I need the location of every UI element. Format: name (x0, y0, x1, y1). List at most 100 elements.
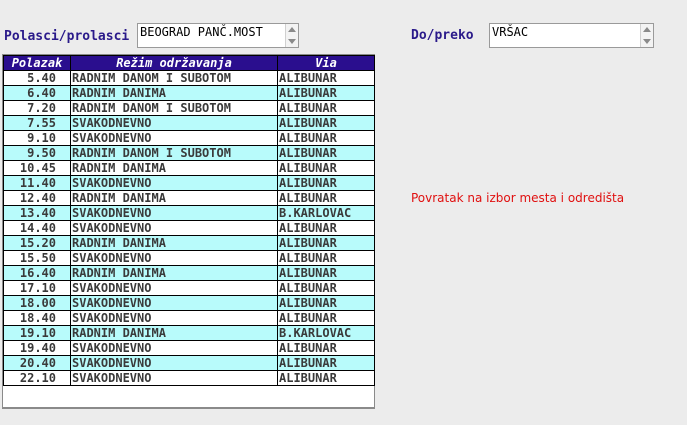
via-cell: ALIBUNAR (277, 190, 375, 206)
departure-time-cell: 19.40 (3, 340, 71, 356)
via-cell: ALIBUNAR (277, 100, 375, 116)
column-header-schedule: Režim održavanja (70, 55, 278, 71)
table-row: 7.55 SVAKODNEVNO ALIBUNAR (3, 115, 375, 131)
via-cell: ALIBUNAR (277, 250, 375, 266)
table-row: 19.40 SVAKODNEVNO ALIBUNAR (3, 340, 375, 356)
departure-time-cell: 15.50 (3, 250, 71, 266)
schedule-cell: RADNIM DANOM I SUBOTOM (70, 70, 278, 86)
table-row: 9.50 RADNIM DANOM I SUBOTOM ALIBUNAR (3, 145, 375, 161)
to-select-value: VRŠAC (492, 25, 529, 39)
via-cell: ALIBUNAR (277, 295, 375, 311)
schedule-cell: SVAKODNEVNO (70, 355, 278, 371)
via-cell: ALIBUNAR (277, 370, 375, 386)
to-label: Do/preko (411, 28, 474, 43)
via-cell: B.KARLOVAC (277, 205, 375, 221)
departure-time-cell: 18.00 (3, 295, 71, 311)
via-cell: ALIBUNAR (277, 115, 375, 131)
to-select[interactable]: VRŠAC (489, 23, 654, 48)
departure-time-cell: 19.10 (3, 325, 71, 341)
scroll-down-arrow-icon[interactable] (288, 39, 296, 44)
schedule-cell: SVAKODNEVNO (70, 370, 278, 386)
schedule-cell: SVAKODNEVNO (70, 295, 278, 311)
schedule-cell: RADNIM DANIMA (70, 160, 278, 176)
via-cell: ALIBUNAR (277, 220, 375, 236)
departure-time-cell: 10.45 (3, 160, 71, 176)
from-select-scrollbar[interactable] (285, 24, 298, 47)
departure-time-cell: 7.55 (3, 115, 71, 131)
scroll-up-arrow-icon[interactable] (643, 27, 651, 32)
from-select-value: BEOGRAD PANČ.MOST (140, 25, 263, 39)
schedule-cell: SVAKODNEVNO (70, 115, 278, 131)
schedule-cell: SVAKODNEVNO (70, 130, 278, 146)
departure-time-cell: 15.20 (3, 235, 71, 251)
departure-time-cell: 14.40 (3, 220, 71, 236)
table-row: 16.40 RADNIM DANIMA ALIBUNAR (3, 265, 375, 281)
scroll-up-arrow-icon[interactable] (288, 27, 296, 32)
to-select-scrollbar[interactable] (640, 24, 653, 47)
schedule-cell: SVAKODNEVNO (70, 250, 278, 266)
departure-time-cell: 17.10 (3, 280, 71, 296)
from-label: Polasci/prolasci (4, 29, 130, 44)
table-row: 14.40 SVAKODNEVNO ALIBUNAR (3, 220, 375, 236)
schedule-cell: SVAKODNEVNO (70, 205, 278, 221)
departure-time-cell: 7.20 (3, 100, 71, 116)
table-row: 10.45 RADNIM DANIMA ALIBUNAR (3, 160, 375, 176)
from-select[interactable]: BEOGRAD PANČ.MOST (137, 23, 299, 48)
table-row: 17.10 SVAKODNEVNO ALIBUNAR (3, 280, 375, 296)
column-header-departure: Polazak (3, 55, 71, 71)
departure-time-cell: 16.40 (3, 265, 71, 281)
via-cell: ALIBUNAR (277, 130, 375, 146)
schedule-cell: RADNIM DANIMA (70, 235, 278, 251)
table-row: 18.00 SVAKODNEVNO ALIBUNAR (3, 295, 375, 311)
table-row: 18.40 SVAKODNEVNO ALIBUNAR (3, 310, 375, 326)
departure-time-cell: 11.40 (3, 175, 71, 191)
via-cell: ALIBUNAR (277, 160, 375, 176)
schedule-cell: SVAKODNEVNO (70, 280, 278, 296)
via-cell: ALIBUNAR (277, 85, 375, 101)
scroll-down-arrow-icon[interactable] (643, 39, 651, 44)
via-cell: B.KARLOVAC (277, 325, 375, 341)
via-cell: ALIBUNAR (277, 265, 375, 281)
via-cell: ALIBUNAR (277, 340, 375, 356)
departure-time-cell: 12.40 (3, 190, 71, 206)
timetable-container: Polazak Režim održavanja Via 5.40 RADNIM … (2, 54, 375, 409)
table-row: 15.20 RADNIM DANIMA ALIBUNAR (3, 235, 375, 251)
schedule-cell: RADNIM DANIMA (70, 325, 278, 341)
via-cell: ALIBUNAR (277, 145, 375, 161)
table-row: 9.10 SVAKODNEVNO ALIBUNAR (3, 130, 375, 146)
schedule-cell: RADNIM DANIMA (70, 85, 278, 101)
column-header-via: Via (277, 55, 375, 71)
table-row: 12.40 RADNIM DANIMA ALIBUNAR (3, 190, 375, 206)
departure-time-cell: 6.40 (3, 85, 71, 101)
timetable: Polazak Režim održavanja Via 5.40 RADNIM … (3, 55, 375, 386)
departure-time-cell: 13.40 (3, 205, 71, 221)
schedule-cell: SVAKODNEVNO (70, 220, 278, 236)
via-cell: ALIBUNAR (277, 310, 375, 326)
table-row: 6.40 RADNIM DANIMA ALIBUNAR (3, 85, 375, 101)
schedule-cell: SVAKODNEVNO (70, 175, 278, 191)
departure-time-cell: 22.10 (3, 370, 71, 386)
back-to-selection-link[interactable]: Povratak na izbor mesta i odredišta (411, 191, 624, 205)
schedule-cell: RADNIM DANOM I SUBOTOM (70, 145, 278, 161)
table-row: 15.50 SVAKODNEVNO ALIBUNAR (3, 250, 375, 266)
schedule-cell: RADNIM DANIMA (70, 265, 278, 281)
departure-time-cell: 9.50 (3, 145, 71, 161)
table-row: 22.10 SVAKODNEVNO ALIBUNAR (3, 370, 375, 386)
table-row: 5.40 RADNIM DANOM I SUBOTOM ALIBUNAR (3, 70, 375, 86)
table-row: 20.40 SVAKODNEVNO ALIBUNAR (3, 355, 375, 371)
departure-time-cell: 18.40 (3, 310, 71, 326)
table-row: 13.40 SVAKODNEVNO B.KARLOVAC (3, 205, 375, 221)
departure-time-cell: 9.10 (3, 130, 71, 146)
departure-time-cell: 20.40 (3, 355, 71, 371)
table-row: 11.40 SVAKODNEVNO ALIBUNAR (3, 175, 375, 191)
schedule-cell: RADNIM DANOM I SUBOTOM (70, 100, 278, 116)
departure-time-cell: 5.40 (3, 70, 71, 86)
via-cell: ALIBUNAR (277, 235, 375, 251)
schedule-cell: RADNIM DANIMA (70, 190, 278, 206)
schedule-cell: SVAKODNEVNO (70, 310, 278, 326)
table-row: 7.20 RADNIM DANOM I SUBOTOM ALIBUNAR (3, 100, 375, 116)
table-row: 19.10 RADNIM DANIMA B.KARLOVAC (3, 325, 375, 341)
table-header-row: Polazak Režim održavanja Via (3, 55, 375, 71)
via-cell: ALIBUNAR (277, 175, 375, 191)
via-cell: ALIBUNAR (277, 70, 375, 86)
